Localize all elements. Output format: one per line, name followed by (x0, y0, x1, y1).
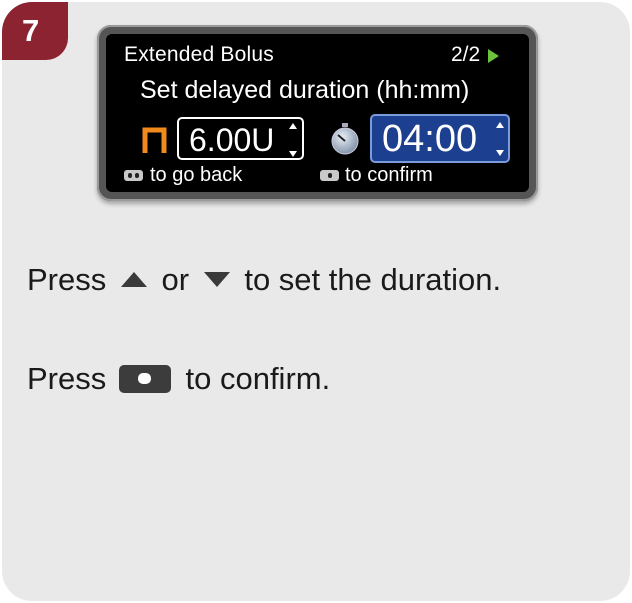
timer-icon (331, 123, 359, 155)
confirm-button-icon (320, 170, 339, 181)
screen-title: Extended Bolus (124, 43, 274, 66)
instruction-text: Press (27, 261, 107, 297)
duration-field[interactable]: 04:00 (370, 114, 510, 163)
back-hint: to go back (150, 164, 243, 186)
instruction-text: to confirm. (185, 360, 331, 396)
instruction-confirm: Press to confirm. (27, 359, 330, 397)
instruction-text: or (161, 261, 190, 297)
up-down-arrows-icon (496, 122, 504, 156)
instruction-card: 7 Extended Bolus 2/2 Set delayed duratio… (2, 2, 630, 601)
instruction-text: Press (27, 360, 107, 396)
extended-bolus-icon (142, 127, 167, 153)
instruction-text: to set the duration. (244, 261, 502, 297)
step-number-badge: 7 (2, 2, 68, 60)
duration-value: 04:00 (382, 118, 478, 160)
pump-screen: Extended Bolus 2/2 Set delayed duration … (106, 34, 529, 192)
down-arrow-icon (203, 272, 230, 288)
back-button-icon (124, 170, 143, 181)
page-indicator: 2/2 (451, 43, 481, 66)
confirm-hint: to confirm (345, 164, 433, 186)
next-arrow-icon (488, 49, 499, 63)
bolus-amount-value: 6.00U (189, 122, 275, 158)
confirm-key-icon (118, 364, 171, 393)
screen-subtitle: Set delayed duration (hh:mm) (140, 76, 470, 104)
pump-device-frame: Extended Bolus 2/2 Set delayed duration … (97, 25, 538, 201)
up-down-arrows-icon (289, 123, 297, 157)
instruction-set-duration: Press or to set the duration. (27, 260, 501, 298)
bolus-amount-field: 6.00U (177, 117, 304, 160)
up-arrow-icon (120, 272, 147, 288)
